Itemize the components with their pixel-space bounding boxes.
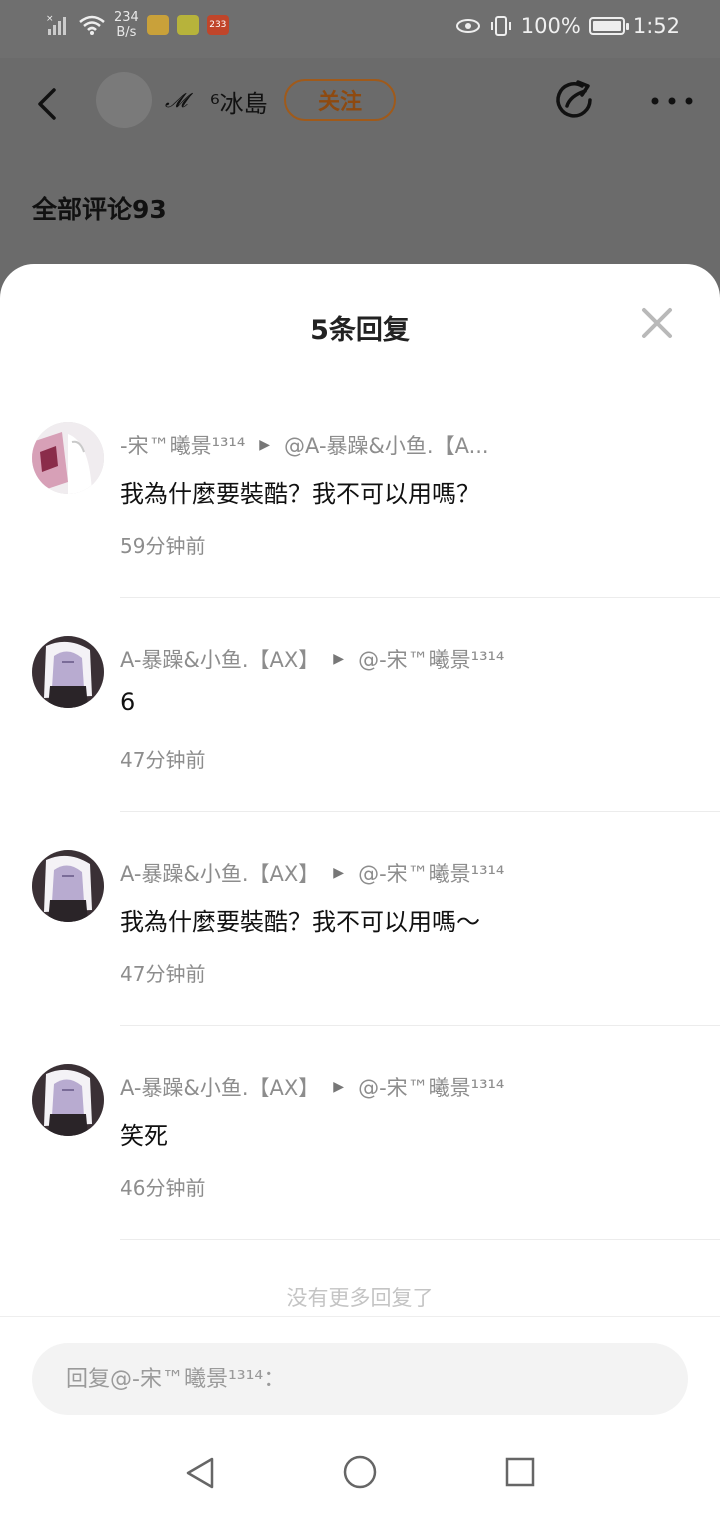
svg-text:×: × (46, 14, 54, 24)
net-speed-unit: B/s (116, 25, 137, 40)
sheet-title: 5条回复 (310, 315, 410, 346)
reply-target[interactable]: @-宋™曦景¹³¹⁴ (358, 858, 504, 888)
reply-text: 笑死 (120, 1122, 168, 1150)
list-item[interactable]: A-暴躁&小鱼.【AX】 ▶ @-宋™曦景¹³¹⁴ 6 47分钟前 (0, 598, 720, 812)
close-icon[interactable] (640, 306, 674, 340)
status-bar: × 234 B/s 233 100% 1:52 (0, 0, 720, 58)
reply-to-arrow-icon: ▶ (333, 865, 345, 881)
author-logo: 𝓜 (165, 88, 188, 112)
avatar-image (32, 422, 104, 494)
avatar-image (32, 850, 104, 922)
status-right: 100% 1:52 (455, 14, 680, 38)
system-nav-bar (0, 1436, 720, 1520)
net-speed: 234 B/s (114, 10, 139, 40)
clock: 1:52 (632, 14, 680, 38)
battery-percent: 100% (520, 14, 581, 38)
signal-icon: × (46, 14, 66, 35)
app-233-icon: 233 (206, 15, 229, 35)
nav-home-icon[interactable] (342, 1454, 378, 1490)
reply-text: 我為什麼要裝酷？我不可以用嗎～ (120, 908, 480, 936)
author-avatar[interactable] (96, 72, 152, 128)
reply-author[interactable]: A-暴躁&小鱼.【AX】 (120, 644, 319, 674)
play-app-icon (176, 15, 199, 35)
avatar[interactable] (32, 422, 104, 494)
reply-target[interactable]: @-宋™曦景¹³¹⁴ (358, 1072, 504, 1102)
avatar[interactable] (32, 1064, 104, 1136)
avatar[interactable] (32, 636, 104, 708)
reply-text: 我為什麼要裝酷？我不可以用嗎？ (120, 480, 480, 508)
avatar-image (32, 1064, 104, 1136)
reply-to-arrow-icon: ▶ (259, 437, 271, 453)
reply-target[interactable]: @A-暴躁&小鱼.【A... (284, 430, 489, 460)
battery-fill (592, 21, 621, 31)
top-header: 𝓜 ⁶冰島 关注 (0, 58, 720, 150)
reply-time: 46分钟前 (120, 1176, 206, 1200)
list-item[interactable]: A-暴躁&小鱼.【AX】 ▶ @-宋™曦景¹³¹⁴ 笑死 46分钟前 (0, 1026, 720, 1240)
reply-target[interactable]: @-宋™曦景¹³¹⁴ (358, 644, 504, 674)
net-speed-value: 234 (114, 10, 139, 25)
reply-time: 47分钟前 (120, 748, 206, 772)
reply-author[interactable]: -宋™曦景¹³¹⁴ (120, 430, 245, 460)
no-more-replies-label: 没有更多回复了 (286, 1286, 434, 1310)
avatar-image (32, 636, 104, 708)
list-item[interactable]: -宋™曦景¹³¹⁴ ▶ @A-暴躁&小鱼.【A... 我為什麼要裝酷？我不可以用… (0, 384, 720, 598)
reply-time: 47分钟前 (120, 962, 206, 986)
nav-recent-apps-icon[interactable] (504, 1456, 536, 1488)
reply-input[interactable] (32, 1343, 688, 1415)
reply-meta: A-暴躁&小鱼.【AX】 ▶ @-宋™曦景¹³¹⁴ (120, 644, 700, 674)
more-icon[interactable] (650, 96, 694, 106)
back-arrow-icon[interactable] (30, 86, 64, 122)
reply-input-bar (0, 1316, 720, 1436)
reply-to-arrow-icon: ▶ (333, 1079, 345, 1095)
share-icon[interactable] (552, 78, 598, 124)
divider (120, 1239, 720, 1240)
vibrate-icon (490, 16, 511, 36)
author-name[interactable]: ⁶冰島 (210, 84, 268, 119)
reply-list: -宋™曦景¹³¹⁴ ▶ @A-暴躁&小鱼.【A... 我為什麼要裝酷？我不可以用… (0, 384, 720, 1240)
wifi-icon (79, 15, 105, 35)
reply-to-arrow-icon: ▶ (333, 651, 345, 667)
reply-time: 59分钟前 (120, 534, 206, 558)
status-left: × 234 B/s 233 (46, 10, 229, 40)
reply-sheet: 5条回复 -宋™曦景¹³¹⁴ ▶ @A-暴躁&小鱼.【A... 我為什麼要裝酷？… (0, 264, 720, 1520)
reply-meta: A-暴躁&小鱼.【AX】 ▶ @-宋™曦景¹³¹⁴ (120, 858, 700, 888)
avatar[interactable] (32, 850, 104, 922)
reply-author[interactable]: A-暴躁&小鱼.【AX】 (120, 858, 319, 888)
reply-meta: -宋™曦景¹³¹⁴ ▶ @A-暴躁&小鱼.【A... (120, 430, 700, 460)
nav-back-icon[interactable] (184, 1456, 216, 1490)
battery-icon (588, 17, 629, 35)
reply-meta: A-暴躁&小鱼.【AX】 ▶ @-宋™曦景¹³¹⁴ (120, 1072, 700, 1102)
eye-icon (455, 19, 480, 33)
all-comments-heading: 全部评论93 (32, 195, 167, 224)
reply-author[interactable]: A-暴躁&小鱼.【AX】 (120, 1072, 319, 1102)
follow-button[interactable]: 关注 (284, 79, 396, 121)
list-item[interactable]: A-暴躁&小鱼.【AX】 ▶ @-宋™曦景¹³¹⁴ 我為什麼要裝酷？我不可以用嗎… (0, 812, 720, 1026)
reply-text: 6 (120, 688, 136, 716)
gallery-app-icon (146, 15, 169, 35)
